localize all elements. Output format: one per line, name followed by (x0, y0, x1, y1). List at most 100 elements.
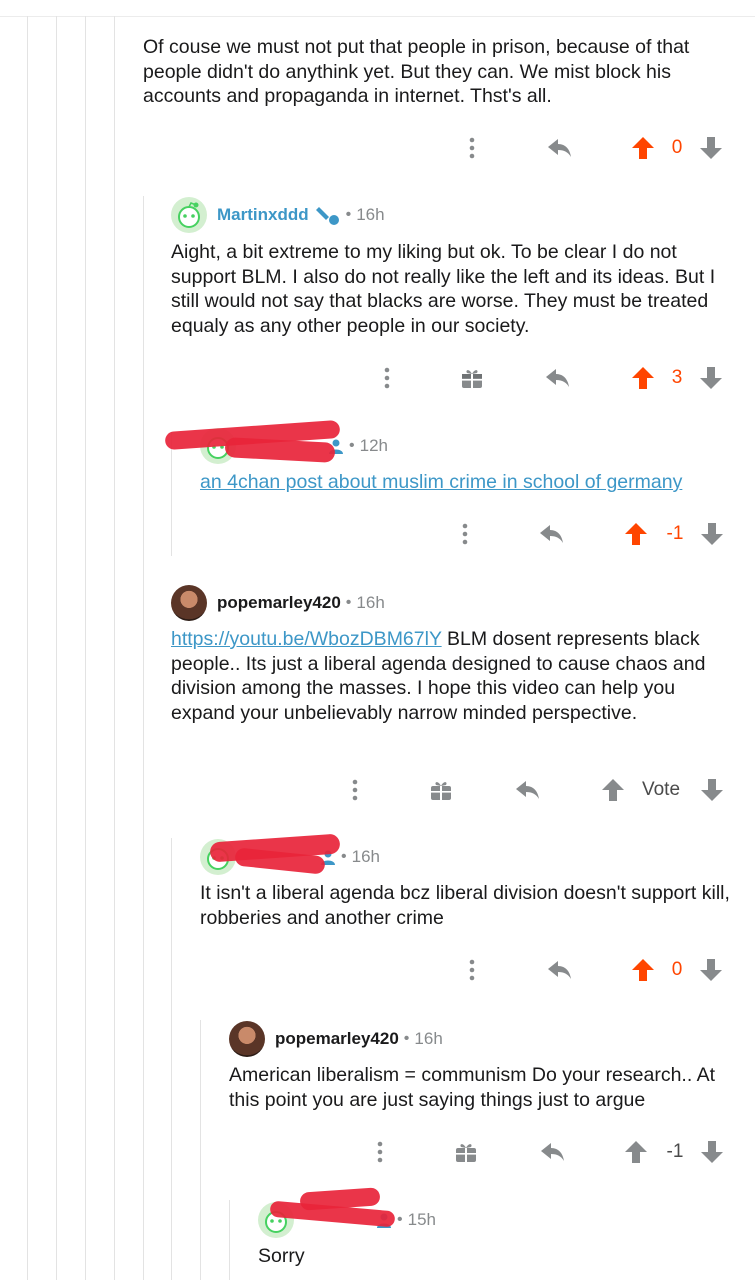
upvote-button[interactable] (625, 361, 661, 395)
upvote-button[interactable] (625, 953, 661, 987)
vote-count: 0 (671, 137, 683, 158)
username[interactable]: popemarley420 (275, 1029, 399, 1049)
downvote-arrow-icon (700, 137, 722, 159)
thread-line[interactable] (56, 16, 57, 1280)
comment-link[interactable]: an 4chan post about muslim crime in scho… (200, 471, 682, 493)
comment-time: 15h (407, 1210, 436, 1229)
meta-separator: • (345, 206, 352, 223)
vote-count: -1 (666, 523, 684, 544)
downvote-button[interactable] (694, 1135, 730, 1169)
comment-meta: popemarley420 • 16h (171, 585, 385, 621)
reply-button[interactable] (538, 361, 578, 395)
pencil-flair-icon (315, 207, 339, 225)
username[interactable]: Martinxddd (217, 205, 309, 225)
more-button[interactable] (370, 361, 404, 395)
upvote-arrow-icon (632, 137, 654, 159)
reply-button[interactable] (540, 131, 580, 165)
more-button[interactable] (363, 1135, 397, 1169)
reply-button[interactable] (508, 773, 548, 807)
downvote-arrow-icon (700, 367, 722, 389)
downvote-arrow-icon (701, 523, 723, 545)
comment-time: 16h (356, 205, 385, 224)
more-button[interactable] (455, 131, 489, 165)
comment-body: Sorry (258, 1245, 305, 1267)
more-vertical-icon (377, 1141, 383, 1163)
video-link[interactable]: https://youtu.be/WbozDBM67lY (171, 628, 442, 650)
comment-actions: Vote (338, 773, 745, 807)
upvote-button[interactable] (625, 131, 661, 165)
award-button[interactable] (454, 361, 490, 395)
thread-line[interactable] (200, 1020, 201, 1280)
comment-body: an 4chan post about muslim crime in scho… (200, 470, 740, 495)
avatar[interactable] (229, 1021, 265, 1057)
more-button[interactable] (448, 517, 482, 551)
upvote-button[interactable] (595, 773, 631, 807)
downvote-arrow-icon (700, 959, 722, 981)
reply-arrow-icon (546, 369, 569, 387)
reply-arrow-icon (541, 1143, 564, 1161)
thread-line[interactable] (27, 16, 28, 1280)
comment-actions: 0 (455, 953, 745, 987)
more-vertical-icon (462, 523, 468, 545)
avatar[interactable] (171, 197, 207, 233)
reply-button[interactable] (532, 517, 572, 551)
downvote-arrow-icon (701, 1141, 723, 1163)
meta-separator: • (403, 1030, 410, 1047)
thread-line[interactable] (114, 16, 115, 1280)
thread-line[interactable] (85, 16, 86, 1280)
thread-line[interactable] (171, 838, 172, 1280)
comment-time: 16h (351, 847, 380, 866)
more-vertical-icon (384, 367, 390, 389)
username[interactable]: popemarley420 (217, 593, 341, 613)
meta-separator: • (341, 848, 347, 865)
reply-button[interactable] (540, 953, 580, 987)
reply-button[interactable] (533, 1135, 573, 1169)
vote-count: 0 (671, 959, 683, 980)
thread-line[interactable] (229, 1200, 230, 1280)
comment-body: https://youtu.be/WbozDBM67lY BLM dosent … (171, 627, 731, 725)
comment-body: American liberalism = communism Do your … (229, 1064, 716, 1111)
downvote-button[interactable] (694, 517, 730, 551)
upvote-arrow-icon (632, 959, 654, 981)
comment-body: It isn't a liberal agenda bcz liberal di… (200, 882, 730, 929)
reply-arrow-icon (516, 781, 539, 799)
upvote-arrow-icon (632, 367, 654, 389)
comment-meta: popemarley420 • 16h (229, 1021, 443, 1057)
upvote-arrow-icon (625, 523, 647, 545)
more-button[interactable] (338, 773, 372, 807)
upvote-button[interactable] (618, 1135, 654, 1169)
comment-time: 16h (414, 1029, 443, 1048)
comment-time: 12h (359, 436, 388, 455)
vote-count: -1 (666, 1141, 684, 1162)
comment-actions: -1 (448, 517, 745, 551)
gift-award-icon (431, 782, 451, 800)
avatar[interactable] (171, 585, 207, 621)
downvote-button[interactable] (693, 953, 729, 987)
upvote-arrow-icon (625, 1141, 647, 1163)
comment-actions: -1 (363, 1135, 745, 1169)
upvote-button[interactable] (618, 517, 654, 551)
more-vertical-icon (469, 137, 475, 159)
more-vertical-icon (352, 779, 358, 801)
gift-award-icon (456, 1144, 476, 1162)
award-button[interactable] (448, 1135, 484, 1169)
comment-body: Aight, a bit extreme to my liking but ok… (171, 241, 716, 337)
upvote-arrow-icon (602, 779, 624, 801)
meta-separator: • (397, 1211, 403, 1228)
more-button[interactable] (455, 953, 489, 987)
comment-actions: 3 (370, 361, 745, 395)
award-button[interactable] (423, 773, 459, 807)
comment-meta: Martinxddd • 16h (171, 197, 385, 233)
thread-line[interactable] (171, 432, 172, 556)
downvote-button[interactable] (693, 131, 729, 165)
more-vertical-icon (469, 959, 475, 981)
comment-actions: 0 (455, 131, 745, 165)
downvote-button[interactable] (694, 773, 730, 807)
downvote-button[interactable] (693, 361, 729, 395)
thread-line[interactable] (143, 196, 144, 1280)
vote-count: 3 (671, 367, 683, 388)
comment-body: Of couse we must not put that people in … (143, 36, 690, 107)
comment-time: 16h (356, 593, 385, 612)
vote-label: Vote (641, 779, 681, 800)
reply-arrow-icon (548, 139, 571, 157)
